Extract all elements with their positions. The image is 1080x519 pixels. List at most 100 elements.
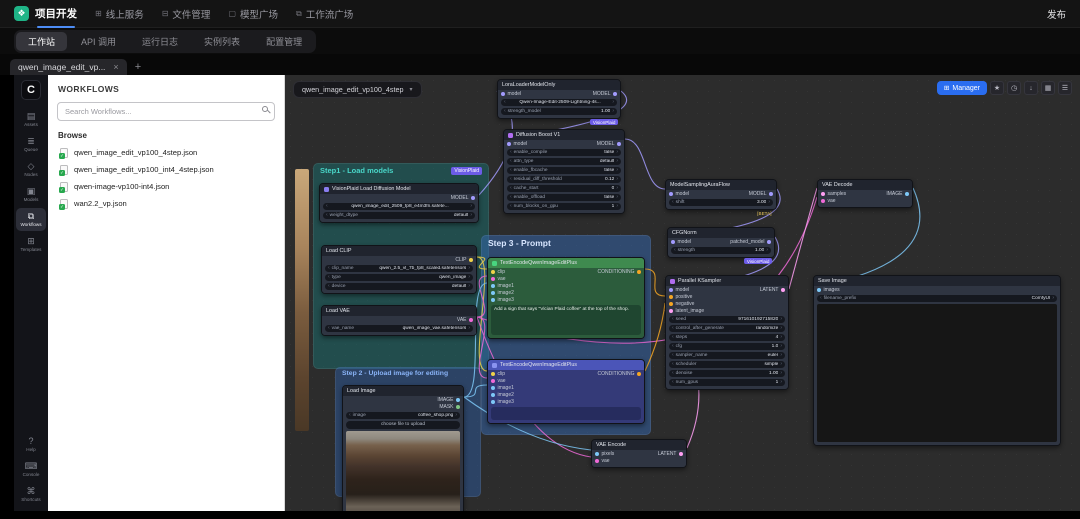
increment-icon[interactable]: › xyxy=(768,199,770,205)
decrement-icon[interactable]: ‹ xyxy=(328,265,330,271)
file-tab[interactable]: qwen_image_edit_vp... × xyxy=(10,59,127,75)
sidebar-item-help[interactable]: ? Help xyxy=(16,433,46,456)
output-slot-LATENT[interactable]: LATENT xyxy=(658,451,683,457)
input-slot-clip[interactable]: clip xyxy=(491,371,514,377)
layout-icon[interactable]: ▦ xyxy=(1041,81,1055,95)
input-slot-image2[interactable]: image2 xyxy=(491,290,514,296)
menu-icon[interactable]: ☰ xyxy=(1058,81,1072,95)
decrement-icon[interactable]: ‹ xyxy=(672,352,674,358)
sidebar-item-nodes[interactable]: ◇ Nodes xyxy=(16,158,46,181)
increment-icon[interactable]: › xyxy=(780,379,782,385)
node-title[interactable]: Load VAE xyxy=(322,306,476,316)
image-preview-coffee-shop[interactable] xyxy=(346,430,460,511)
workflow-file-item[interactable]: ✓ wan2.2_vp.json xyxy=(48,195,284,212)
increment-icon[interactable]: › xyxy=(616,158,618,164)
increment-icon[interactable]: › xyxy=(612,108,614,114)
decrement-icon[interactable]: ‹ xyxy=(672,325,674,331)
input-slot-positive[interactable]: positive xyxy=(669,294,704,300)
close-icon[interactable]: × xyxy=(113,62,118,72)
increment-icon[interactable]: › xyxy=(470,203,472,209)
output-slot-MODEL[interactable]: MODEL xyxy=(593,91,617,97)
widget-weight_dtype[interactable]: ‹ weight_dtype default › xyxy=(323,211,475,219)
output-slot-MODEL[interactable]: MODEL xyxy=(451,195,475,201)
menu-item-workflow-plaza[interactable]: ⧉ 工作流广场 xyxy=(296,7,353,21)
upload-button[interactable]: choose file to upload xyxy=(346,420,460,429)
manager-button[interactable]: ⊞ Manager xyxy=(936,81,987,95)
node-text-encode-positive[interactable]: TextEncodeQwenImageEditPlus clip vae image1… xyxy=(487,257,645,339)
increment-icon[interactable]: › xyxy=(616,194,618,200)
node-title[interactable]: Diffusion Boost V1 xyxy=(504,130,624,140)
prompt-text-widget[interactable]: Add a sign that says "Vician Plaid coffe… xyxy=(491,304,641,335)
increment-icon[interactable]: › xyxy=(780,352,782,358)
decrement-icon[interactable]: ‹ xyxy=(672,334,674,340)
input-slot-image3[interactable]: image3 xyxy=(491,399,514,405)
increment-icon[interactable]: › xyxy=(616,149,618,155)
decrement-icon[interactable]: ‹ xyxy=(672,370,674,376)
node-title[interactable]: TextEncodeQwenImageEditPlus xyxy=(488,360,644,370)
increment-icon[interactable]: › xyxy=(780,316,782,322)
increment-icon[interactable]: › xyxy=(612,99,614,105)
decrement-icon[interactable]: ‹ xyxy=(328,325,330,331)
input-slot-vae[interactable]: vae xyxy=(595,458,614,464)
node-title[interactable]: Load Image xyxy=(343,386,463,396)
decrement-icon[interactable]: ‹ xyxy=(672,316,674,322)
history-icon[interactable]: ◷ xyxy=(1007,81,1021,95)
decrement-icon[interactable]: ‹ xyxy=(326,203,328,209)
input-slot-vae[interactable]: vae xyxy=(821,198,846,204)
star-icon[interactable]: ★ xyxy=(990,81,1004,95)
widget-cfg[interactable]: ‹ cfg 1.0 › xyxy=(669,342,785,350)
sidebar-item-models[interactable]: ▣ Models xyxy=(16,183,46,206)
node-load-vae[interactable]: Load VAE VAE ‹ vae_name qwen_image_vae.safet… xyxy=(321,305,477,336)
decrement-icon[interactable]: ‹ xyxy=(672,379,674,385)
increment-icon[interactable]: › xyxy=(616,203,618,209)
widget-strength[interactable]: ‹ strength 1.00 › xyxy=(671,246,771,254)
sidebar-item-shortcuts[interactable]: ⌘ Shortcuts xyxy=(16,483,46,506)
increment-icon[interactable]: › xyxy=(616,185,618,191)
node-title[interactable]: LoraLoaderModelOnly xyxy=(498,80,620,90)
sidebar-item-workflows[interactable]: ⧉ Workflows xyxy=(16,208,46,231)
widget-enable_offload[interactable]: ‹ enable_offload false › xyxy=(507,193,621,201)
comfyui-logo[interactable]: C xyxy=(21,80,41,100)
increment-icon[interactable]: › xyxy=(468,283,470,289)
input-slot-negative[interactable]: negative xyxy=(669,301,704,307)
node-model-sampling-auraflow[interactable]: ModelSamplingAuraFlow model MODEL ‹ shift 3.0… xyxy=(665,179,777,216)
input-slot-vae[interactable]: vae xyxy=(491,276,514,282)
input-slot-images[interactable]: images xyxy=(817,287,840,293)
increment-icon[interactable]: › xyxy=(468,265,470,271)
increment-icon[interactable]: › xyxy=(780,361,782,367)
node-title[interactable]: ModelSamplingAuraFlow xyxy=(666,180,776,190)
widget-value[interactable]: ‹ Qwen-Image-Edit-2509-Lightning-4s... › xyxy=(501,98,617,106)
widget-type[interactable]: ‹ type qwen_image › xyxy=(325,273,473,281)
node-title[interactable]: Parallel KSampler xyxy=(666,276,788,286)
node-title[interactable]: CFGNorm xyxy=(668,228,774,238)
node-vae-encode[interactable]: VAE Encode pixels vae LATENT xyxy=(591,439,687,468)
node-title[interactable]: VAE Encode xyxy=(592,440,686,450)
sidebar-item-console[interactable]: ⌨ Console xyxy=(16,458,46,481)
decrement-icon[interactable]: ‹ xyxy=(328,283,330,289)
publish-button[interactable]: 发布 xyxy=(1047,7,1066,21)
node-title[interactable]: Save Image xyxy=(814,276,1060,286)
decrement-icon[interactable]: ‹ xyxy=(504,99,506,105)
node-parallel-ksampler[interactable]: Parallel KSampler model positive negative la… xyxy=(665,275,789,390)
output-slot-MODEL[interactable]: MODEL xyxy=(749,191,773,197)
increment-icon[interactable]: › xyxy=(616,167,618,173)
decrement-icon[interactable]: ‹ xyxy=(510,158,512,164)
menu-item-online-services[interactable]: ⊞ 线上服务 xyxy=(95,7,144,21)
increment-icon[interactable]: › xyxy=(766,247,768,253)
widget-enable_compile[interactable]: ‹ enable_compile false › xyxy=(507,148,621,156)
node-diffusion-boost-v1[interactable]: Diffusion Boost V1 model MODEL ‹ enable_comp… xyxy=(503,129,625,214)
workflow-file-item[interactable]: ✓ qwen_image_edit_vp100_4step.json xyxy=(48,144,284,161)
widget-sampler_name[interactable]: ‹ sampler_name euler › xyxy=(669,351,785,359)
workflow-file-item[interactable]: ✓ qwen_image_edit_vp100_int4_4step.json xyxy=(48,161,284,178)
node-vae-decode[interactable]: VAE Decode samples vae IMAGE xyxy=(817,179,913,208)
input-slot-latent_image[interactable]: latent_image xyxy=(669,308,704,314)
tab-api-call[interactable]: API 调用 xyxy=(69,32,128,51)
output-slot-MASK[interactable]: MASK xyxy=(437,404,460,410)
input-slot-model[interactable]: model xyxy=(669,287,704,293)
increment-icon[interactable]: › xyxy=(1052,295,1054,301)
widget-value[interactable]: ‹ qwen_image_edit_2509_fp8_e4m3fn.safete.… xyxy=(323,202,475,210)
output-slot-IMAGE[interactable]: IMAGE xyxy=(437,397,460,403)
input-slot-samples[interactable]: samples xyxy=(821,191,846,197)
sidebar-item-assets[interactable]: ▤ Assets xyxy=(16,108,46,131)
decrement-icon[interactable]: ‹ xyxy=(510,185,512,191)
